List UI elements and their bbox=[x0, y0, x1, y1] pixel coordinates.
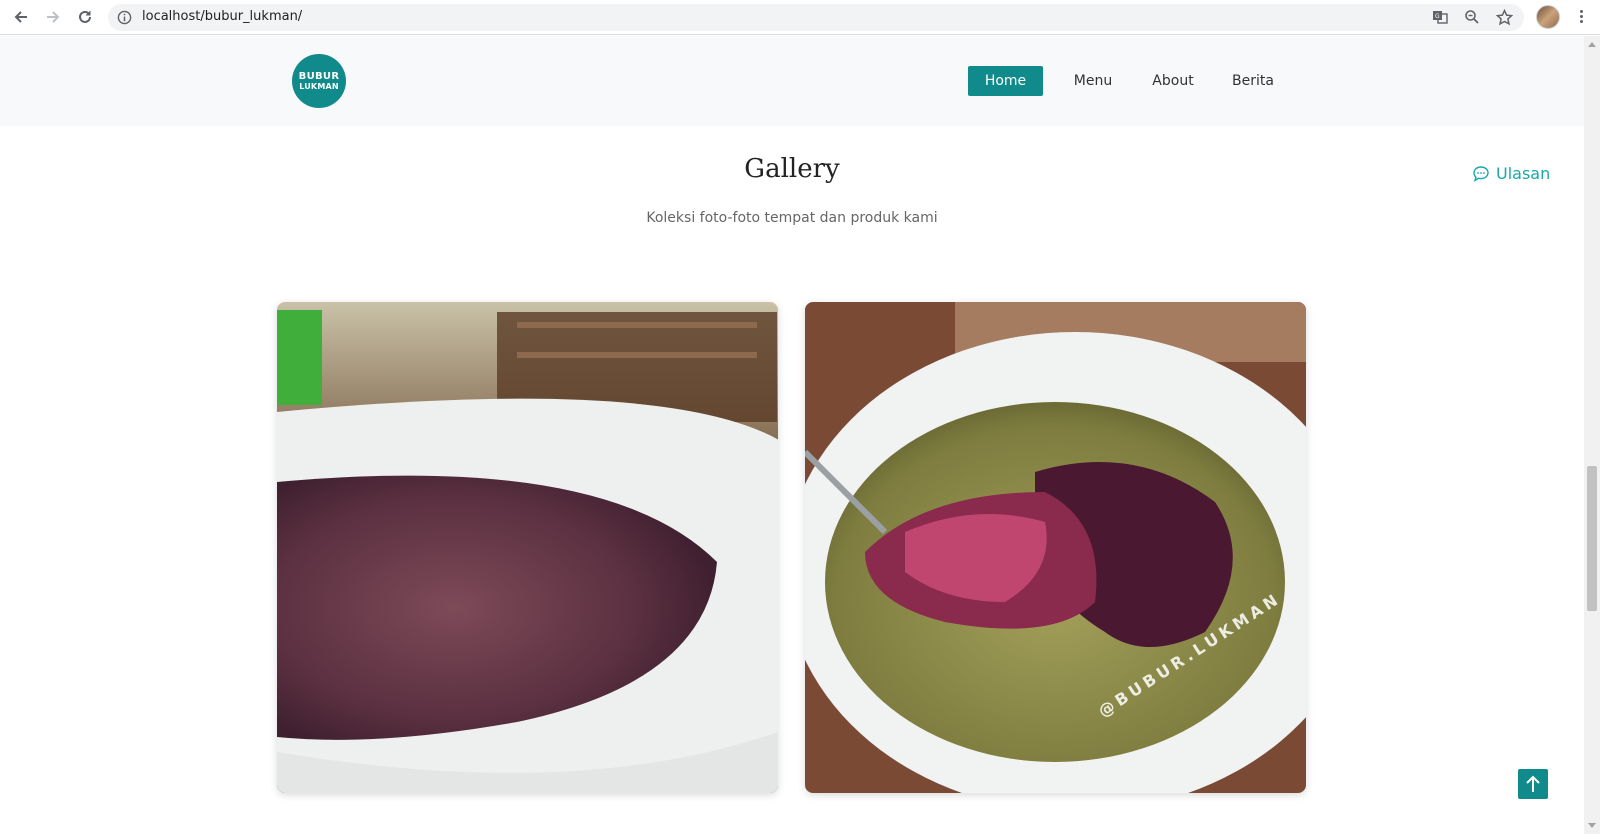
info-icon[interactable] bbox=[117, 10, 132, 25]
bookmark-star-icon[interactable] bbox=[1494, 7, 1514, 27]
ulasan-link[interactable]: Ulasan bbox=[1472, 164, 1550, 183]
arrow-left-icon bbox=[14, 11, 27, 23]
back-button[interactable] bbox=[10, 6, 32, 28]
address-bar[interactable]: localhost/bubur_lukman/ bbox=[108, 4, 1524, 31]
reload-icon bbox=[79, 10, 91, 23]
arrow-up-icon bbox=[1526, 775, 1540, 792]
arrow-right-icon bbox=[47, 11, 60, 23]
gallery-subtitle: Koleksi foto-foto tempat dan produk kami bbox=[646, 210, 938, 226]
ulasan-label: Ulasan bbox=[1496, 164, 1551, 183]
site-logo[interactable]: BUBUR LUKMAN bbox=[292, 54, 346, 108]
browser-toolbar: localhost/bubur_lukman/ G bbox=[0, 0, 1600, 35]
porridge-bowl-image bbox=[277, 302, 778, 793]
scroll-up-arrow[interactable] bbox=[1588, 42, 1596, 47]
browser-menu-icon[interactable] bbox=[1574, 8, 1588, 26]
chat-bubble-icon bbox=[1473, 165, 1489, 182]
forward-button[interactable] bbox=[42, 6, 64, 28]
porridge-spoon-image bbox=[805, 302, 1306, 793]
page-viewport: BUBUR LUKMAN Home Menu About Berita Gall… bbox=[0, 36, 1584, 834]
scroll-down-arrow[interactable] bbox=[1588, 823, 1596, 828]
svg-text:G: G bbox=[1435, 13, 1440, 20]
logo-text-top: BUBUR bbox=[298, 71, 340, 82]
nav-home[interactable]: Home bbox=[968, 66, 1043, 96]
nav-berita[interactable]: Berita bbox=[1222, 66, 1284, 96]
nav-menu[interactable]: Menu bbox=[1063, 66, 1123, 96]
logo-text-bottom: LUKMAN bbox=[299, 82, 339, 91]
nav-about[interactable]: About bbox=[1142, 66, 1204, 96]
scroll-to-top-button[interactable] bbox=[1518, 769, 1548, 799]
translate-icon[interactable]: G bbox=[1430, 7, 1450, 27]
gallery-photo-1[interactable] bbox=[277, 302, 778, 793]
reload-button[interactable] bbox=[74, 6, 96, 28]
profile-avatar[interactable] bbox=[1536, 5, 1560, 29]
scroll-thumb[interactable] bbox=[1587, 466, 1597, 611]
gallery-title: Gallery bbox=[744, 154, 840, 184]
gallery-photo-2[interactable]: @BUBUR.LUKMAN bbox=[805, 302, 1306, 793]
page-scrollbar[interactable] bbox=[1584, 36, 1600, 834]
url-text: localhost/bubur_lukman/ bbox=[142, 9, 303, 24]
zoom-icon[interactable] bbox=[1462, 7, 1482, 27]
site-header: BUBUR LUKMAN Home Menu About Berita bbox=[0, 36, 1584, 126]
